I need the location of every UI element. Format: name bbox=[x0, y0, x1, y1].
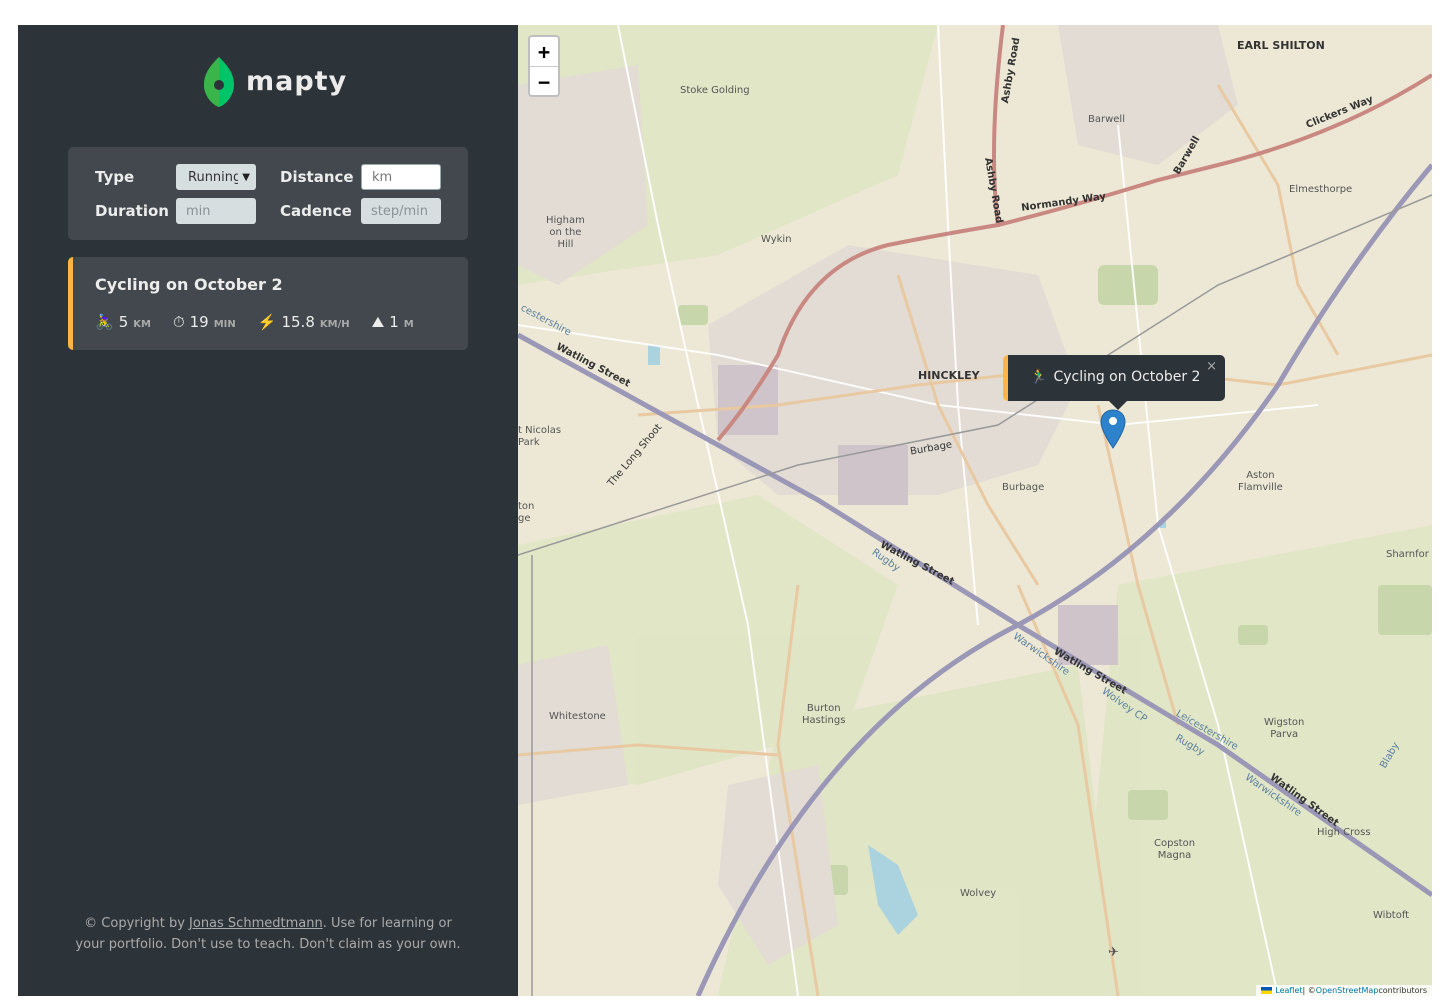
workout-form: Type Running ▼ Distance km Duration min … bbox=[68, 147, 468, 240]
copyright-prefix: © Copyright by bbox=[84, 916, 190, 931]
lightning-icon: ⚡️ bbox=[257, 313, 277, 331]
place-label: HINCKLEY bbox=[918, 369, 980, 382]
cadence-input[interactable]: step/min bbox=[361, 198, 441, 224]
place-label: Wigston Parva bbox=[1264, 717, 1305, 740]
place-label: Burbage bbox=[1002, 482, 1045, 493]
popup-label: Cycling on October 2 bbox=[1053, 369, 1201, 385]
osm-link[interactable]: OpenStreetMap bbox=[1316, 986, 1379, 995]
popup-content: 🏃‍♂️ Cycling on October 2 bbox=[1030, 369, 1200, 385]
duration-label: Duration bbox=[95, 202, 169, 220]
zoom-out-button[interactable]: − bbox=[530, 67, 558, 96]
detail-unit: MIN bbox=[213, 319, 236, 330]
duration-placeholder: min bbox=[186, 203, 211, 219]
place-label: Barwell bbox=[1088, 114, 1125, 125]
airfield-icon: ✈ bbox=[1108, 945, 1119, 960]
attribution-separator: | © bbox=[1302, 986, 1316, 995]
workout-card[interactable]: Cycling on October 2 🚴‍♀️ 5 KM ⏱ 19 MIN … bbox=[68, 257, 468, 350]
form-row-1: Type Running ▼ Distance km bbox=[95, 164, 465, 190]
map[interactable]: EARL SHILTON Stoke Golding Barwell Higha… bbox=[518, 25, 1432, 996]
place-label: Burton Hastings bbox=[802, 703, 846, 726]
distance-label: Distance bbox=[280, 168, 354, 186]
cadence-label: Cadence bbox=[280, 202, 352, 220]
logo-text: mapty bbox=[246, 65, 348, 97]
place-label: ton ge bbox=[518, 501, 535, 524]
place-label: Wykin bbox=[761, 234, 792, 245]
stopwatch-icon: ⏱ bbox=[172, 313, 185, 331]
type-select[interactable]: Running ▼ bbox=[176, 164, 256, 190]
detail-unit: KM bbox=[133, 319, 151, 330]
copyright-text: © Copyright by Jonas Schmedtmann. Use fo… bbox=[68, 913, 468, 955]
duration-input[interactable]: min bbox=[176, 198, 256, 224]
map-pin-logo-icon bbox=[204, 57, 234, 107]
distance-placeholder: km bbox=[372, 169, 393, 185]
map-attribution: Leaflet | © OpenStreetMap contributors bbox=[1256, 985, 1432, 996]
place-label: EARL SHILTON bbox=[1237, 39, 1325, 52]
place-label: Copston Magna bbox=[1154, 838, 1196, 861]
ukraine-flag-icon bbox=[1261, 987, 1273, 994]
app-container: mapty Type Running ▼ Distance km Duratio… bbox=[18, 25, 1432, 996]
place-label: Wibtoft bbox=[1373, 910, 1410, 921]
place-label: Sharnfor bbox=[1386, 549, 1429, 560]
workout-popup[interactable]: 🏃‍♂️ Cycling on October 2 × bbox=[1003, 355, 1225, 410]
map-marker-icon[interactable] bbox=[1100, 409, 1126, 449]
workout-details: 🚴‍♀️ 5 KM ⏱ 19 MIN ⚡️ 15.8 KM/H ⛰ 1 bbox=[95, 313, 436, 331]
workout-title: Cycling on October 2 bbox=[95, 275, 283, 294]
workout-detail-elevation: ⛰ 1 M bbox=[372, 313, 414, 331]
attribution-suffix: contributors bbox=[1378, 986, 1427, 995]
place-label: High Cross bbox=[1317, 827, 1371, 838]
detail-unit: KM/H bbox=[319, 319, 350, 330]
sidebar: mapty Type Running ▼ Distance km Duratio… bbox=[18, 25, 518, 996]
workout-detail-distance: 🚴‍♀️ 5 KM bbox=[95, 313, 151, 331]
popup-close-button[interactable]: × bbox=[1206, 359, 1217, 374]
workout-detail-speed: ⚡️ 15.8 KM/H bbox=[258, 313, 350, 331]
mountain-icon: ⛰ bbox=[371, 313, 385, 331]
leaflet-link[interactable]: Leaflet bbox=[1275, 986, 1302, 995]
place-label: Whitestone bbox=[549, 711, 606, 722]
place-label: t Nicolas Park bbox=[518, 425, 562, 448]
cadence-placeholder: step/min bbox=[371, 203, 429, 219]
form-row-2: Duration min Cadence step/min bbox=[95, 198, 465, 224]
detail-value: 19 bbox=[189, 313, 209, 331]
chevron-down-icon: ▼ bbox=[242, 171, 250, 183]
type-select-value: Running bbox=[188, 169, 238, 185]
place-label: Aston Flamville bbox=[1238, 470, 1283, 493]
place-label: Elmesthorpe bbox=[1289, 184, 1353, 195]
map-tiles bbox=[518, 25, 1432, 996]
detail-value: 15.8 bbox=[281, 313, 315, 331]
detail-value: 5 bbox=[118, 313, 129, 331]
zoom-in-button[interactable]: + bbox=[530, 37, 558, 67]
runner-icon: 🏃‍♂️ bbox=[1030, 369, 1048, 385]
workout-detail-duration: ⏱ 19 MIN bbox=[173, 313, 236, 331]
cyclist-icon: 🚴‍♀️ bbox=[95, 313, 114, 331]
distance-input[interactable]: km bbox=[361, 164, 441, 190]
place-label: Wolvey bbox=[960, 888, 997, 899]
place-label: Stoke Golding bbox=[680, 85, 750, 96]
zoom-control: + − bbox=[528, 35, 560, 97]
detail-unit: M bbox=[403, 319, 414, 330]
place-label: Higham on the Hill bbox=[546, 215, 585, 250]
logo: mapty bbox=[204, 55, 347, 107]
type-label: Type bbox=[95, 168, 135, 186]
author-link[interactable]: Jonas Schmedtmann bbox=[189, 916, 323, 931]
detail-value: 1 bbox=[389, 313, 399, 331]
